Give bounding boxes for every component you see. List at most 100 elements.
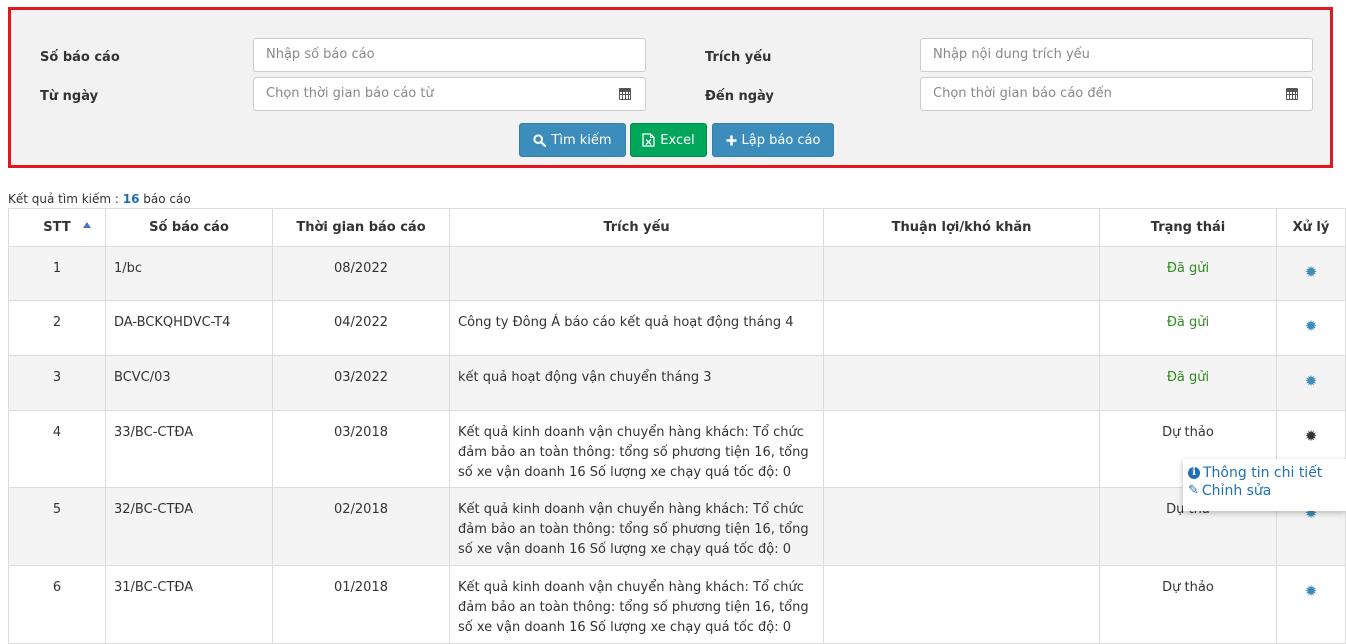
create-report-button[interactable]: Lập báo cáo — [712, 123, 834, 157]
cell-action: ✹ — [1276, 246, 1346, 301]
summary-input[interactable]: Nhập nội dung trích yếu — [920, 38, 1313, 72]
from-date-label: Từ ngày — [40, 89, 99, 104]
from-date-input[interactable]: Chọn thời gian báo cáo từ — [253, 77, 605, 111]
row-action-menu: i Thông tin chi tiết ✎ Chỉnh sửa — [1183, 459, 1346, 511]
search-panel: Số báo cáo Nhập số báo cáo Trích yếu Nhậ… — [8, 7, 1333, 168]
column-header-label: Thuận lợi/khó khăn — [891, 220, 1032, 235]
sort-ascending-icon — [83, 222, 91, 228]
cell-period: 04/2022 — [272, 300, 450, 356]
report-no-input[interactable]: Nhập số báo cáo — [253, 38, 646, 72]
menu-item-edit-label: Chỉnh sửa — [1201, 483, 1272, 499]
cell-notes — [823, 487, 1100, 566]
gear-icon[interactable]: ✹ — [1305, 265, 1318, 280]
excel-file-icon — [642, 133, 655, 147]
edit-icon: ✎ — [1188, 483, 1199, 498]
result-count-number: 16 — [122, 192, 140, 206]
cell-stt: 1 — [8, 246, 106, 301]
column-header-stt[interactable]: STT — [8, 208, 106, 247]
menu-item-edit[interactable]: ✎ Chỉnh sửa — [1188, 482, 1346, 500]
result-count: Kết quả tìm kiếm : 16 báo cáo — [8, 192, 191, 206]
cell-stt: 3 — [8, 355, 106, 411]
gear-icon[interactable]: ✹ — [1305, 429, 1318, 444]
report-no-label: Số báo cáo — [40, 50, 120, 65]
table-row: 4 33/BC-CTĐA 03/2018 Kết quả kinh doanh … — [8, 410, 1346, 488]
result-count-suffix: báo cáo — [139, 192, 191, 206]
cell-stt: 5 — [8, 487, 106, 566]
to-date-input[interactable]: Chọn thời gian báo cáo đến — [920, 77, 1272, 111]
create-report-button-label: Lập báo cáo — [741, 132, 821, 148]
summary-label: Trích yếu — [705, 50, 772, 65]
gear-icon[interactable]: ✹ — [1305, 319, 1318, 334]
reports-table: STT Số báo cáo Thời gian báo cáo Trích y… — [8, 208, 1346, 644]
table-row: 3 BCVC/03 03/2022 kết quả hoạt động vận … — [8, 355, 1346, 411]
to-date-picker-button[interactable] — [1271, 77, 1313, 111]
gear-icon[interactable]: ✹ — [1305, 374, 1318, 389]
to-date-label: Đến ngày — [705, 89, 774, 104]
column-header-label: Xử lý — [1292, 220, 1330, 235]
cell-report-no: DA-BCKQHDVC-T4 — [105, 300, 273, 356]
cell-period: 02/2018 — [272, 487, 450, 566]
cell-notes — [823, 355, 1100, 411]
column-header-period[interactable]: Thời gian báo cáo — [272, 208, 450, 247]
cell-report-no: 1/bc — [105, 246, 273, 301]
plus-icon — [726, 135, 737, 145]
cell-notes — [823, 300, 1100, 356]
search-button[interactable]: Tìm kiếm — [519, 123, 626, 157]
cell-action: ✹ — [1276, 300, 1346, 356]
column-header-label: Thời gian báo cáo — [296, 220, 426, 235]
cell-summary: Kết quả kinh doanh vận chuyển hàng khách… — [449, 487, 824, 566]
info-icon: i — [1188, 467, 1200, 479]
cell-report-no: 31/BC-CTĐA — [105, 565, 273, 644]
cell-status: Đã gửi — [1099, 355, 1277, 411]
excel-button-label: Excel — [660, 132, 695, 148]
cell-notes — [823, 410, 1100, 488]
menu-item-details-label: Thông tin chi tiết — [1203, 465, 1323, 481]
table-row: 6 31/BC-CTĐA 01/2018 Kết quả kinh doanh … — [8, 565, 1346, 644]
cell-period: 08/2022 — [272, 246, 450, 301]
cell-notes — [823, 565, 1100, 644]
table-row: 5 32/BC-CTĐA 02/2018 Kết quả kinh doanh … — [8, 487, 1346, 566]
excel-button[interactable]: Excel — [630, 123, 707, 157]
cell-status: Dự thảo — [1099, 565, 1277, 644]
result-count-prefix: Kết quả tìm kiếm : — [8, 192, 123, 206]
cell-period: 03/2022 — [272, 355, 450, 411]
cell-report-no: BCVC/03 — [105, 355, 273, 411]
cell-period: 01/2018 — [272, 565, 450, 644]
column-header-status[interactable]: Trạng thái — [1099, 208, 1277, 247]
column-header-action: Xử lý — [1276, 208, 1346, 247]
cell-report-no: 32/BC-CTĐA — [105, 487, 273, 566]
from-date-group: Chọn thời gian báo cáo từ — [253, 77, 646, 111]
gear-icon[interactable]: ✹ — [1305, 584, 1318, 599]
cell-summary: Kết quả kinh doanh vận chuyển hàng khách… — [449, 565, 824, 644]
cell-summary: Kết quả kinh doanh vận chuyển hàng khách… — [449, 410, 824, 488]
cell-stt: 6 — [8, 565, 106, 644]
search-icon — [533, 133, 547, 147]
cell-action: ✹ — [1276, 355, 1346, 411]
from-date-picker-button[interactable] — [604, 77, 646, 111]
calendar-icon — [1285, 88, 1298, 100]
cell-stt: 4 — [8, 410, 106, 488]
table-header-row: STT Số báo cáo Thời gian báo cáo Trích y… — [8, 208, 1346, 247]
cell-summary — [449, 246, 824, 301]
column-header-label: STT — [43, 220, 71, 235]
cell-summary: Công ty Đông Á báo cáo kết quả hoạt động… — [449, 300, 824, 356]
cell-report-no: 33/BC-CTĐA — [105, 410, 273, 488]
column-header-summary[interactable]: Trích yếu — [449, 208, 824, 247]
cell-summary: kết quả hoạt động vận chuyển tháng 3 — [449, 355, 824, 411]
search-button-label: Tìm kiếm — [551, 132, 612, 148]
to-date-group: Chọn thời gian báo cáo đến — [920, 77, 1313, 111]
column-header-label: Trích yếu — [603, 220, 670, 235]
cell-action: ✹ — [1276, 565, 1346, 644]
column-header-label: Số báo cáo — [149, 220, 229, 235]
table-row: 1 1/bc 08/2022 Đã gửi ✹ — [8, 246, 1346, 301]
cell-status: Đã gửi — [1099, 246, 1277, 301]
column-header-label: Trạng thái — [1150, 220, 1226, 235]
cell-stt: 2 — [8, 300, 106, 356]
column-header-notes[interactable]: Thuận lợi/khó khăn — [823, 208, 1100, 247]
cell-status: Đã gửi — [1099, 300, 1277, 356]
table-row: 2 DA-BCKQHDVC-T4 04/2022 Công ty Đông Á … — [8, 300, 1346, 356]
column-header-report-no[interactable]: Số báo cáo — [105, 208, 273, 247]
menu-item-details[interactable]: i Thông tin chi tiết — [1188, 464, 1346, 482]
calendar-icon — [618, 88, 631, 100]
cell-period: 03/2018 — [272, 410, 450, 488]
